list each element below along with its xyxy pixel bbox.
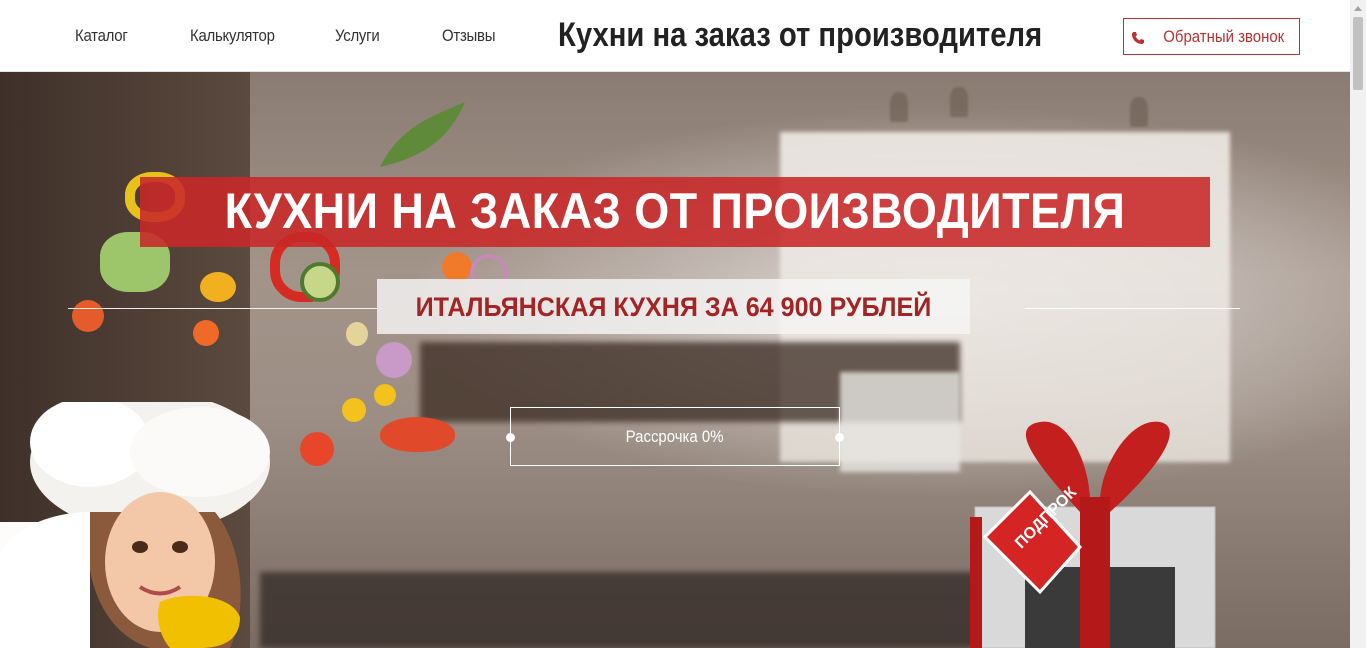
hero-subtitle: ИТАЛЬЯНСКАЯ КУХНЯ ЗА 64 900 РУБЛЕЙ	[415, 292, 932, 322]
lamp-icon	[950, 87, 968, 117]
background-counter	[260, 572, 1000, 648]
installment-button[interactable]: Рассрочка 0%	[506, 407, 844, 466]
pepper-icon	[342, 398, 366, 422]
nav-reviews[interactable]: Отзывы	[442, 26, 495, 46]
hero-title: КУХНИ НА ЗАКАЗ ОТ ПРОИЗВОДИТЕЛЯ	[224, 183, 1126, 239]
lamp-icon	[890, 92, 908, 122]
tomato-icon	[72, 300, 104, 332]
installment-label: Рассрочка 0%	[626, 426, 724, 446]
scroll-up-arrow-icon[interactable]	[1350, 0, 1366, 16]
pepper-icon	[374, 384, 396, 406]
dot-icon	[835, 433, 844, 442]
hero-section: КУХНИ НА ЗАКАЗ ОТ ПРОИЗВОДИТЕЛЯ ИТАЛЬЯНС…	[0, 72, 1350, 648]
callback-label: Обратный звонок	[1162, 26, 1284, 46]
pepper-icon	[200, 272, 236, 302]
tomato-icon	[300, 432, 334, 466]
site-title: Кухни на заказ от производителя	[558, 16, 1043, 54]
gift-oven-image	[970, 421, 1216, 648]
garlic-icon	[346, 322, 368, 346]
leaf-icon	[380, 102, 465, 167]
divider-line	[68, 308, 378, 309]
callback-button[interactable]: Обратный звонок	[1123, 18, 1300, 55]
background-oven	[840, 372, 960, 472]
nav-calculator[interactable]: Калькулятор	[190, 26, 275, 46]
phone-icon	[1131, 30, 1145, 44]
divider-line	[1025, 308, 1240, 309]
cucumber-icon	[300, 262, 340, 302]
girl-chef-image	[0, 402, 270, 648]
onion-icon	[376, 342, 412, 378]
carrot-icon	[193, 320, 219, 346]
page-scrollbar[interactable]	[1350, 0, 1366, 648]
nav-services[interactable]: Услуги	[335, 26, 380, 46]
lamp-icon	[1130, 97, 1148, 127]
nav-catalog[interactable]: Каталог	[75, 26, 128, 46]
dot-icon	[506, 433, 515, 442]
site-header: Каталог Калькулятор Услуги Отзывы Кухни …	[0, 0, 1350, 72]
tomato-slice-icon	[380, 417, 455, 452]
scroll-thumb[interactable]	[1353, 17, 1363, 90]
carrot-icon	[442, 252, 472, 282]
